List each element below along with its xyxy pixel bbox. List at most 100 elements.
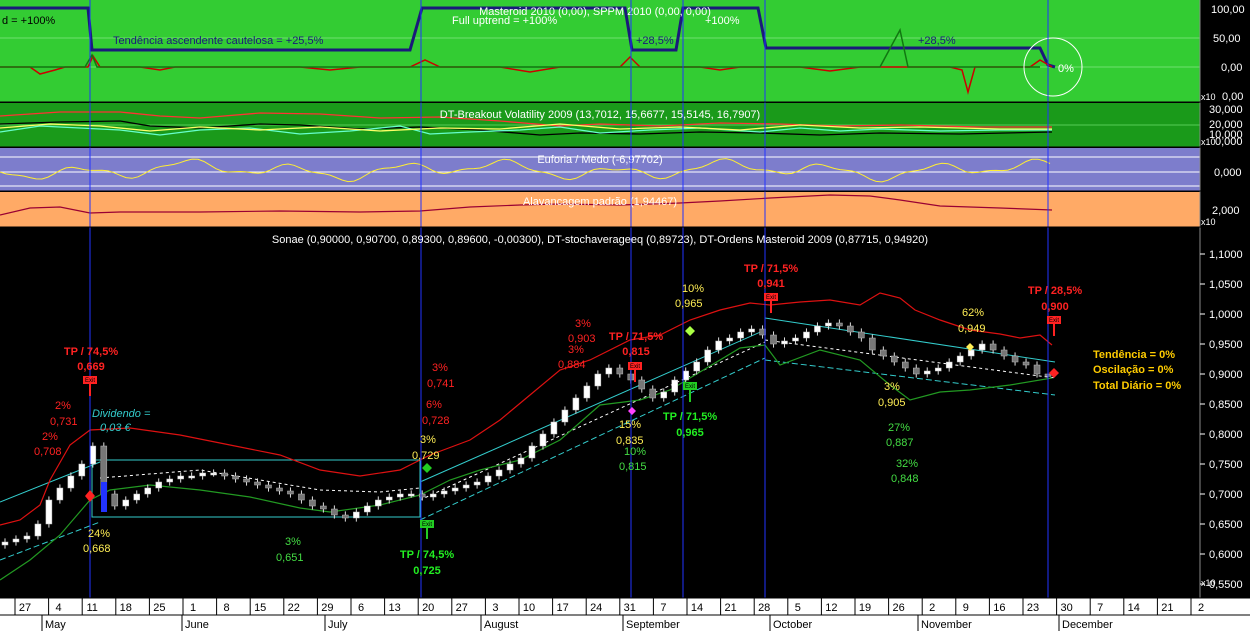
x-day-label: 24: [590, 602, 602, 614]
x-month-label: August: [484, 619, 518, 631]
dividend-value: 0,03 €: [100, 422, 131, 434]
candle-body: [199, 472, 206, 477]
x-day-label: 28: [758, 602, 770, 614]
candle-body: [1000, 349, 1008, 357]
candle-body: [803, 331, 810, 339]
svg-text:6%: 6%: [426, 399, 442, 411]
svg-text:10%: 10%: [682, 283, 704, 295]
candle-body: [473, 481, 481, 486]
svg-text:Exit: Exit: [422, 522, 432, 528]
x-day-label: 14: [691, 602, 703, 614]
candle-body: [451, 487, 459, 492]
x-day-label: 21: [724, 602, 736, 614]
x-day-label: 6: [358, 602, 364, 614]
x-month-label: July: [328, 619, 348, 631]
svg-text:0,848: 0,848: [891, 473, 919, 485]
candle-body: [1022, 361, 1030, 366]
svg-text:0,815: 0,815: [622, 346, 650, 358]
svg-text:TP / 74,5%: TP / 74,5%: [400, 549, 454, 561]
candle-body: [34, 523, 42, 537]
x-day-label: 22: [288, 602, 300, 614]
svg-text:62%: 62%: [962, 307, 984, 319]
candle-body: [847, 325, 854, 333]
candle-body: [331, 508, 338, 516]
x-day-label: 16: [993, 602, 1005, 614]
x-day-label: 19: [859, 602, 871, 614]
alavancagem-panel: Alavancagem padrão (1,94467): [0, 192, 1200, 227]
x-month-label: December: [1062, 619, 1113, 631]
x-day-label: 29: [321, 602, 333, 614]
svg-text:100,00: 100,00: [1211, 4, 1245, 16]
candle-body: [440, 490, 448, 495]
candle-body: [232, 475, 239, 480]
euforia-panel: Euforia / Medo (-6,97702): [0, 148, 1200, 191]
candle-body: [737, 331, 744, 339]
candle-body: [309, 499, 316, 507]
x-day-label: 23: [1027, 602, 1039, 614]
masteroid-label-2: Tendência ascendente cautelosa = +25,5%: [113, 35, 324, 47]
candle-body: [111, 493, 119, 507]
x-day-label: 15: [254, 602, 266, 614]
y-tick-label: 0,6500: [1209, 519, 1243, 531]
x-day-label: 21: [1161, 602, 1173, 614]
svg-text:TP / 71,5%: TP / 71,5%: [744, 263, 798, 275]
candle-body: [561, 409, 569, 423]
x-day-label: 2: [929, 602, 935, 614]
svg-text:TP / 74,5%: TP / 74,5%: [64, 346, 118, 358]
candle-body: [23, 535, 31, 540]
candle-body: [956, 355, 964, 363]
svg-text:3%: 3%: [575, 318, 591, 330]
dividend-label: Dividendo =: [92, 408, 151, 420]
svg-text:TP / 71,5%: TP / 71,5%: [609, 331, 663, 343]
svg-text:TP / 71,5%: TP / 71,5%: [663, 411, 717, 423]
x-day-label: 5: [795, 602, 801, 614]
x-day-label: 4: [56, 602, 62, 614]
y-tick-label: 0,7500: [1209, 459, 1243, 471]
candle-body: [528, 445, 536, 459]
candle-body: [287, 490, 294, 495]
candle-body: [375, 499, 382, 507]
candle-body: [693, 361, 700, 372]
svg-text:0,651: 0,651: [276, 552, 304, 564]
candle-body: [638, 379, 646, 390]
candle-body: [462, 484, 470, 489]
svg-text:0,949: 0,949: [958, 323, 986, 335]
candle-body: [517, 457, 525, 465]
svg-text:Exit: Exit: [630, 364, 640, 370]
candle-body: [144, 487, 151, 495]
x-day-label: 31: [624, 602, 636, 614]
svg-text:0,725: 0,725: [413, 565, 441, 577]
candle-body: [550, 421, 558, 435]
candle-body: [682, 370, 689, 381]
x-month-label: May: [45, 619, 66, 631]
svg-text:0,965: 0,965: [676, 427, 704, 439]
candle-body: [539, 433, 547, 447]
chart-canvas: Masteroid 2010 (0,00), SPPM 2010 (0,00, …: [0, 0, 1250, 631]
x-month-label: June: [185, 619, 209, 631]
svg-text:3%: 3%: [884, 381, 900, 393]
candle-body: [660, 391, 667, 399]
candle-body: [934, 367, 942, 372]
candle-body: [978, 343, 986, 351]
svg-text:0,815: 0,815: [619, 461, 647, 473]
candle-body: [671, 379, 678, 393]
x-day-label: 14: [1128, 602, 1140, 614]
svg-text:x10: x10: [1201, 217, 1216, 227]
svg-text:x10: x10: [1201, 137, 1216, 147]
candle-body: [825, 322, 832, 327]
svg-text:TP / 28,5%: TP / 28,5%: [1028, 285, 1082, 297]
candle-body: [880, 349, 887, 357]
candle-body: [56, 487, 64, 501]
candle-body: [770, 334, 777, 345]
candle-body: [188, 475, 195, 479]
candle-body: [923, 370, 931, 375]
candle-body: [616, 367, 624, 375]
svg-text:3%: 3%: [432, 362, 448, 374]
svg-text:15%: 15%: [619, 419, 641, 431]
candle-body: [276, 487, 283, 492]
svg-text:27%: 27%: [888, 422, 910, 434]
candle-body: [166, 478, 173, 483]
candle-body: [396, 493, 404, 498]
summary-daily: Total Diário = 0%: [1093, 380, 1181, 392]
x-day-label: 18: [120, 602, 132, 614]
